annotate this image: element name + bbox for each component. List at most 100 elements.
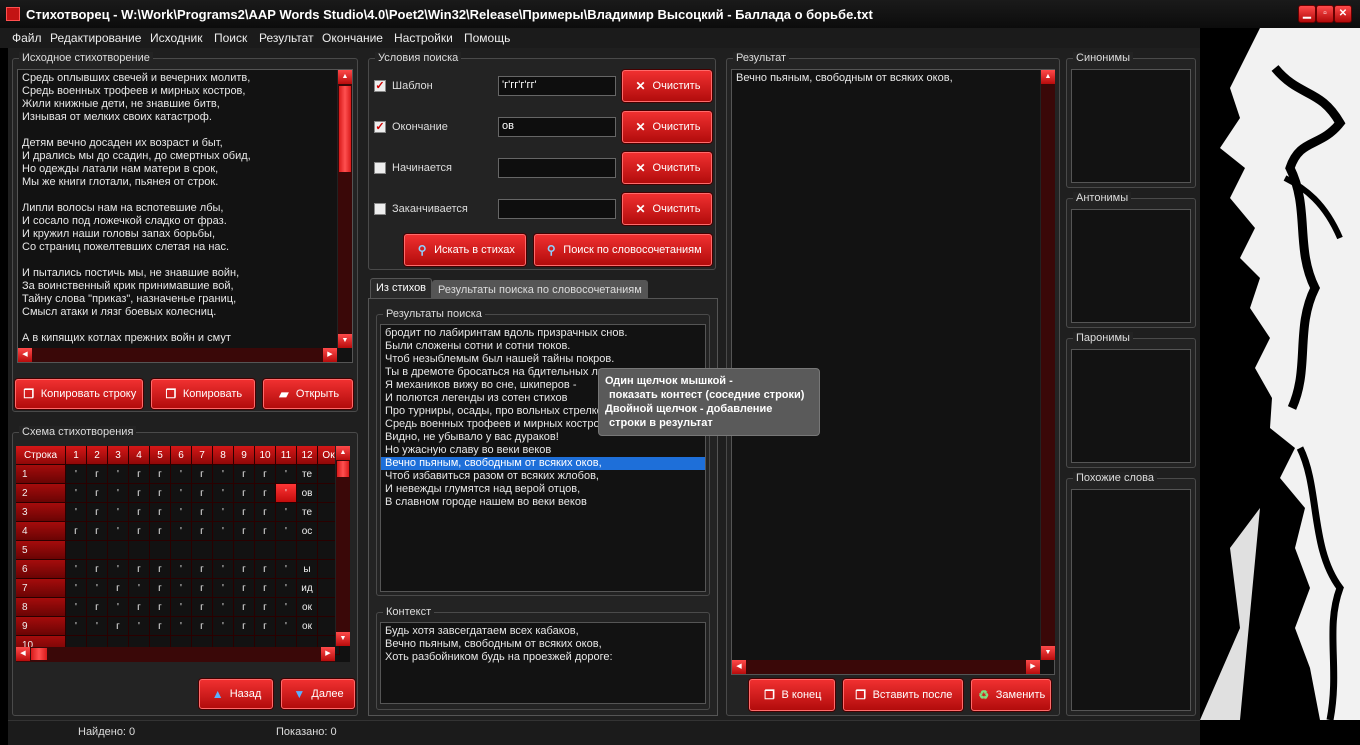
text-line[interactable]: Но ужасную славу во веки веков xyxy=(381,444,705,457)
grid-cell[interactable]: ' xyxy=(276,484,297,503)
insert-after-button[interactable]: ❐ Вставить после xyxy=(843,679,963,711)
text-line[interactable]: Хоть разбойником будь на проезжей дороге… xyxy=(381,651,705,664)
grid-cell[interactable] xyxy=(192,541,213,560)
grid-cell[interactable]: ' xyxy=(87,579,108,598)
grid-row-header[interactable]: 5 xyxy=(16,541,66,560)
condition-checkbox[interactable] xyxy=(374,162,386,174)
next-button[interactable]: ▼ Далее xyxy=(281,679,355,709)
grid-cell[interactable]: ' xyxy=(171,617,192,636)
clear-button[interactable]: ✕ Очистить xyxy=(622,70,712,102)
grid-cell[interactable]: ' xyxy=(108,560,129,579)
tab-from-poems[interactable]: Из стихов xyxy=(370,278,433,298)
scroll-left-arrow[interactable]: ◀ xyxy=(18,348,32,362)
grid-cell[interactable]: г xyxy=(234,522,255,541)
grid-cell[interactable]: г xyxy=(129,484,150,503)
similar-words-list[interactable] xyxy=(1071,489,1191,711)
menu-source[interactable]: Исходник xyxy=(150,31,202,45)
grid-cell[interactable] xyxy=(129,541,150,560)
grid-cell[interactable]: г xyxy=(87,503,108,522)
grid-cell[interactable]: ' xyxy=(276,503,297,522)
text-line[interactable]: Смысл атаки и лязг боевых колесниц. xyxy=(18,306,352,319)
grid-header-cell[interactable]: 4 xyxy=(129,446,150,465)
grid-cell[interactable]: ' xyxy=(108,522,129,541)
menu-file[interactable]: Файл xyxy=(12,31,42,45)
scroll-up-arrow[interactable]: ▲ xyxy=(1041,70,1055,84)
tab-phrase-results[interactable]: Результаты поиска по словосочетаниям xyxy=(432,280,648,298)
text-line[interactable]: За воинственный крик принимавшие вой, xyxy=(18,280,352,293)
grid-cell[interactable]: г xyxy=(129,598,150,617)
grid-cell[interactable]: ' xyxy=(213,522,234,541)
scroll-right-arrow[interactable]: ▶ xyxy=(321,647,335,661)
to-end-button[interactable]: ❐ В конец xyxy=(749,679,835,711)
grid-cell[interactable]: г xyxy=(108,617,129,636)
text-line[interactable]: И невежды глумятся над верой отцов, xyxy=(381,483,705,496)
grid-row-header[interactable]: 3 xyxy=(16,503,66,522)
grid-cell[interactable]: ок xyxy=(297,598,318,617)
grid-cell[interactable]: г xyxy=(234,560,255,579)
grid-cell[interactable]: г xyxy=(87,465,108,484)
text-line[interactable]: Детям вечно досаден их возраст и быт, xyxy=(18,137,352,150)
grid-cell[interactable]: г xyxy=(150,522,171,541)
grid-cell[interactable]: ' xyxy=(129,579,150,598)
grid-header-cell[interactable]: 11 xyxy=(276,446,297,465)
text-line[interactable] xyxy=(18,189,352,202)
grid-cell[interactable]: ' xyxy=(108,503,129,522)
grid-cell[interactable] xyxy=(276,541,297,560)
grid-cell[interactable]: г xyxy=(192,579,213,598)
grid-cell[interactable]: г xyxy=(150,560,171,579)
grid-cell[interactable]: ы xyxy=(297,560,318,579)
grid-cell[interactable]: ' xyxy=(213,503,234,522)
text-line[interactable]: Были сложены сотни и сотни тюков. xyxy=(381,340,705,353)
grid-cell[interactable] xyxy=(66,541,87,560)
grid-header-cell[interactable]: 2 xyxy=(87,446,108,465)
grid-cell[interactable]: г xyxy=(87,560,108,579)
grid-row-header[interactable]: 2 xyxy=(16,484,66,503)
grid-cell[interactable]: ' xyxy=(213,598,234,617)
grid-cell[interactable] xyxy=(297,541,318,560)
grid-cell[interactable] xyxy=(255,541,276,560)
source-poem-textbox[interactable]: Средь оплывших свечей и вечерних молитв,… xyxy=(17,69,353,363)
condition-input[interactable]: 'г'гг'г'гг' xyxy=(498,76,616,96)
grid-cell[interactable]: г xyxy=(234,617,255,636)
grid-cell[interactable]: г xyxy=(234,579,255,598)
grid-header-cell[interactable]: 9 xyxy=(234,446,255,465)
condition-checkbox[interactable]: ✓ xyxy=(374,121,386,133)
grid-cell[interactable]: ' xyxy=(171,560,192,579)
result-hscroll[interactable]: ◀ ▶ xyxy=(732,660,1040,674)
scroll-thumb[interactable] xyxy=(337,461,349,477)
grid-cell[interactable]: ок xyxy=(297,617,318,636)
condition-input[interactable] xyxy=(498,199,616,219)
grid-cell[interactable]: г xyxy=(150,617,171,636)
grid-row-header[interactable]: 8 xyxy=(16,598,66,617)
scroll-thumb[interactable] xyxy=(31,648,47,660)
text-line[interactable]: Средь военных трофеев и мирных костров, xyxy=(18,85,352,98)
grid-cell[interactable]: г xyxy=(255,484,276,503)
grid-cell[interactable]: те xyxy=(297,503,318,522)
text-line[interactable]: Вечно пьяным, свободным от всяких оков, xyxy=(732,72,1054,85)
grid-cell[interactable]: г xyxy=(87,484,108,503)
grid-cell[interactable]: ' xyxy=(276,522,297,541)
grid-cell[interactable]: ' xyxy=(108,484,129,503)
source-hscroll[interactable]: ◀ ▶ xyxy=(18,348,337,362)
grid-header-cell[interactable]: 8 xyxy=(213,446,234,465)
grid-cell[interactable]: ' xyxy=(66,598,87,617)
grid-cell[interactable]: ' xyxy=(66,617,87,636)
scroll-up-arrow[interactable]: ▲ xyxy=(336,446,350,460)
context-textbox[interactable]: Будь хотя завсегдатаем всех кабаков, Вечн… xyxy=(380,622,706,704)
grid-cell[interactable]: г xyxy=(255,465,276,484)
text-line[interactable]: А в кипящих котлах прежних войн и смут xyxy=(18,332,352,345)
menu-search[interactable]: Поиск xyxy=(214,31,247,45)
replace-button[interactable]: ♻ Заменить xyxy=(971,679,1051,711)
scroll-left-arrow[interactable]: ◀ xyxy=(732,660,746,674)
grid-cell[interactable] xyxy=(87,541,108,560)
grid-cell[interactable]: г xyxy=(87,598,108,617)
search-results-list[interactable]: бродит по лабиринтам вдоль призрачных сн… xyxy=(380,324,706,592)
scroll-up-arrow[interactable]: ▲ xyxy=(338,70,352,84)
result-vscroll[interactable]: ▲ ▼ xyxy=(1040,70,1055,660)
grid-cell[interactable]: г xyxy=(255,560,276,579)
grid-cell[interactable]: г xyxy=(234,503,255,522)
grid-cell[interactable]: ' xyxy=(171,522,192,541)
grid-vscroll[interactable]: ▲ ▼ xyxy=(335,446,350,646)
condition-input[interactable] xyxy=(498,158,616,178)
grid-cell[interactable]: ' xyxy=(276,579,297,598)
